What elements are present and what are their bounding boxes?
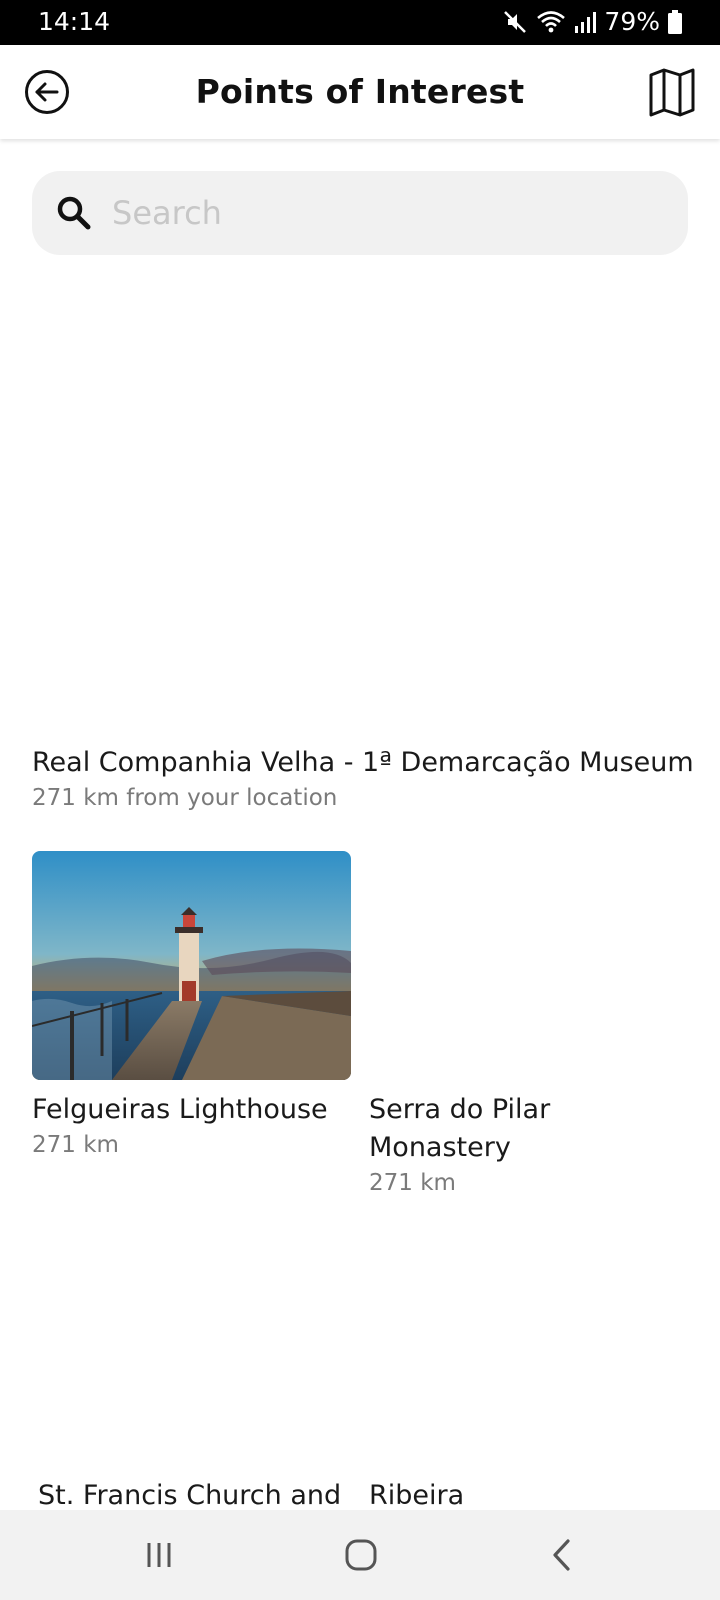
recents-button[interactable]	[134, 1530, 184, 1580]
wifi-icon	[537, 11, 566, 33]
home-icon	[345, 1539, 377, 1571]
poi-name-line-1: Serra do Pilar	[369, 1094, 551, 1125]
arrow-left-circle-icon	[25, 70, 69, 114]
battery-percent: 79%	[604, 7, 660, 36]
poi-image-lighthouse[interactable]	[32, 851, 351, 1080]
poi-name: Real Companhia Velha - 1ª Demarcação Mus…	[32, 747, 694, 778]
page-title: Points of Interest	[195, 72, 525, 111]
status-bar: 14:14 79%	[0, 0, 720, 45]
poi-name-line-2: Monastery	[369, 1132, 511, 1163]
search-bar[interactable]	[32, 171, 688, 255]
poi-distance: 271 km	[369, 1170, 456, 1196]
map-icon	[649, 68, 695, 117]
map-view-button[interactable]	[648, 67, 696, 117]
app-bar: Points of Interest	[0, 45, 720, 139]
status-time: 14:14	[38, 7, 111, 36]
chevron-left-icon	[553, 1539, 570, 1571]
home-button[interactable]	[336, 1530, 386, 1580]
poi-distance: 271 km from your location	[32, 785, 338, 811]
status-icons: 79%	[502, 6, 682, 38]
back-button[interactable]	[24, 69, 70, 115]
recents-icon	[147, 1543, 171, 1567]
system-nav-bar	[0, 1510, 720, 1600]
signal-icon	[575, 12, 597, 33]
poi-distance: 271 km	[32, 1132, 119, 1158]
search-icon	[57, 196, 91, 230]
mute-icon	[504, 11, 527, 33]
nav-back-button[interactable]	[537, 1530, 587, 1580]
lighthouse-photo	[32, 851, 351, 1080]
poi-name: Felgueiras Lighthouse	[32, 1094, 328, 1125]
search-input[interactable]	[110, 171, 652, 255]
battery-icon	[668, 10, 682, 34]
